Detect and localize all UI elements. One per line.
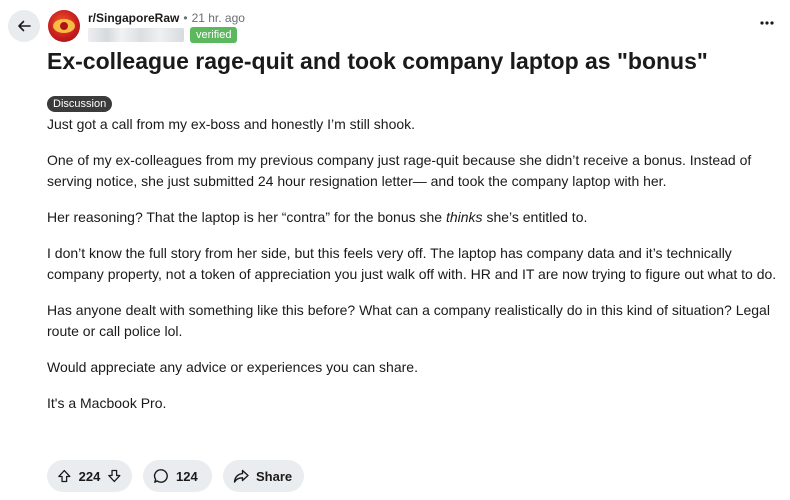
- subreddit-avatar[interactable]: [48, 10, 80, 42]
- vote-count: 224: [78, 468, 101, 484]
- emphasis-text: thinks: [445, 209, 483, 225]
- comments-button[interactable]: 124: [143, 460, 212, 492]
- share-button[interactable]: Share: [223, 460, 304, 492]
- body-paragraph: Just got a call from my ex-boss and hone…: [47, 116, 416, 132]
- vote-control: 224: [47, 460, 132, 492]
- body-paragraph: Her reasoning? That the laptop is her “c…: [47, 209, 588, 225]
- share-arrow-icon: [233, 469, 249, 483]
- subreddit-name[interactable]: r/SingaporeRaw: [88, 11, 179, 25]
- author-line: verified: [88, 27, 238, 43]
- post-meta: r/SingaporeRaw • 21 hr. ago: [88, 11, 245, 25]
- share-label: Share: [256, 468, 293, 484]
- post-body: Just got a call from my ex-boss and hone…: [47, 114, 782, 429]
- arrow-up-icon[interactable]: [57, 468, 72, 484]
- body-paragraph: Has anyone dealt with something like thi…: [47, 302, 770, 339]
- verified-badge: verified: [190, 27, 238, 43]
- arrow-down-icon[interactable]: [107, 468, 122, 484]
- redacted-username: [88, 28, 184, 42]
- more-options-button[interactable]: [758, 14, 776, 32]
- body-paragraph: One of my ex-colleagues from my previous…: [47, 152, 752, 189]
- more-horizontal-icon: [760, 21, 774, 25]
- post-title: Ex-colleague rage-quit and took company …: [47, 48, 708, 74]
- back-button[interactable]: [8, 10, 40, 42]
- post-time: 21 hr. ago: [191, 11, 245, 25]
- post-flair[interactable]: Discussion: [47, 96, 113, 112]
- arrow-left-icon: [18, 20, 31, 32]
- body-paragraph: It's a Macbook Pro.: [47, 395, 167, 411]
- body-paragraph: I don’t know the full story from her sid…: [47, 245, 777, 282]
- meta-separator: •: [183, 11, 188, 25]
- speech-bubble-icon: [153, 469, 168, 483]
- post-actions: 224 124 Share: [47, 460, 304, 492]
- comment-count: 124: [176, 468, 198, 484]
- body-paragraph: Would appreciate any advice or experienc…: [47, 359, 418, 375]
